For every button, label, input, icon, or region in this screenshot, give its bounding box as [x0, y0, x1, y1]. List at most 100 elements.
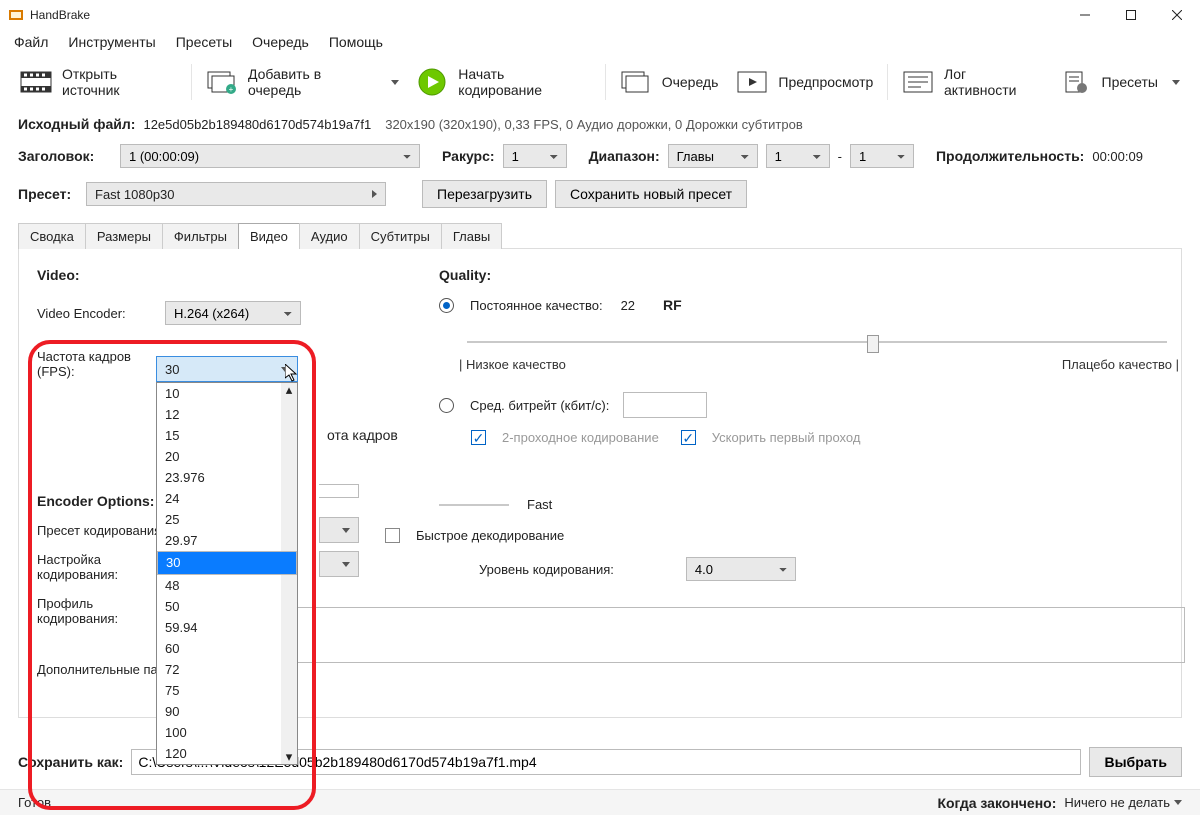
toolbar-preview[interactable]: Предпросмотр	[728, 64, 881, 100]
encoder-level-label: Уровень кодирования:	[479, 562, 614, 577]
scroll-up-icon[interactable]: ▴	[281, 383, 297, 397]
constant-quality-radio[interactable]	[439, 298, 454, 313]
reload-preset-button[interactable]: Перезагрузить	[422, 180, 547, 208]
status-ready: Готов	[18, 795, 51, 810]
menu-tools[interactable]: Инструменты	[60, 30, 163, 54]
fast-decode-checkbox[interactable]	[385, 528, 400, 543]
avg-bitrate-label: Сред. битрейт (кбит/с):	[470, 398, 609, 413]
save-new-preset-button[interactable]: Сохранить новый пресет	[555, 180, 747, 208]
encoder-preset-slider-right-edge	[319, 484, 359, 498]
title-select[interactable]: 1 (00:00:09)	[120, 144, 420, 168]
fps-option[interactable]: 23.976	[157, 467, 297, 488]
tab-filters[interactable]: Фильтры	[162, 223, 239, 249]
fps-suffix-text: ота кадров	[327, 427, 417, 443]
tab-audio[interactable]: Аудио	[299, 223, 360, 249]
fps-option[interactable]: 29.97	[157, 530, 297, 551]
quality-slider[interactable]	[467, 335, 1167, 349]
range-from-select[interactable]: 1	[766, 144, 830, 168]
fps-option[interactable]: 12	[157, 404, 297, 425]
maximize-button[interactable]	[1108, 0, 1154, 30]
tab-dimensions[interactable]: Размеры	[85, 223, 163, 249]
fps-option[interactable]: 75	[157, 680, 297, 701]
avg-bitrate-radio[interactable]	[439, 398, 454, 413]
fps-option[interactable]: 120	[157, 743, 297, 764]
duration-label: Продолжительность:	[936, 148, 1084, 164]
scroll-down-icon[interactable]: ▾	[281, 750, 297, 764]
fps-option[interactable]: 90	[157, 701, 297, 722]
extra-options-textarea[interactable]	[259, 607, 1185, 663]
range-to-select[interactable]: 1	[850, 144, 914, 168]
tabs: Сводка Размеры Фильтры Видео Аудио Субти…	[18, 222, 1182, 249]
fps-option[interactable]: 10	[157, 383, 297, 404]
preset-select[interactable]: Fast 1080p30	[86, 182, 386, 206]
two-pass-checkbox[interactable]	[471, 430, 486, 445]
fps-option[interactable]: 50	[157, 596, 297, 617]
toolbar-add-queue[interactable]: + Добавить в очередь	[198, 60, 407, 104]
title-label: Заголовок:	[18, 148, 112, 164]
toolbar-separator	[191, 64, 192, 100]
window-title: HandBrake	[30, 8, 90, 22]
chevron-down-icon	[391, 80, 399, 85]
toolbar-queue[interactable]: Очередь	[612, 64, 727, 100]
menu-file[interactable]: Файл	[6, 30, 56, 54]
tab-subtitles[interactable]: Субтитры	[359, 223, 442, 249]
fps-select[interactable]: 30	[156, 356, 298, 382]
constant-quality-label: Постоянное качество:	[470, 298, 603, 313]
encoder-profile-select[interactable]	[319, 551, 359, 577]
add-queue-icon: +	[206, 70, 238, 94]
turbo-first-pass-label: Ускорить первый проход	[712, 430, 861, 445]
quality-section-title: Quality:	[439, 267, 1163, 283]
fps-label: Частота кадров (FPS):	[37, 349, 157, 379]
fps-option[interactable]: 30	[157, 551, 297, 575]
fps-dropdown-menu[interactable]: ▴ ▾ 1012152023.976242529.9730485059.9460…	[156, 382, 298, 765]
save-as-label: Сохранить как:	[18, 754, 123, 770]
avg-bitrate-input[interactable]	[623, 392, 707, 418]
angle-select[interactable]: 1	[503, 144, 567, 168]
presets-icon	[1060, 70, 1092, 94]
mouse-cursor-icon	[285, 364, 299, 382]
source-file-info: 320x190 (320x190), 0,33 FPS, 0 Аудио дор…	[385, 117, 803, 132]
range-type-select[interactable]: Главы	[668, 144, 758, 168]
toolbar-start-encode[interactable]: Начать кодирование	[409, 60, 599, 104]
placebo-quality-label: Плацебо качество |	[1062, 357, 1179, 372]
when-done-value: Ничего не делать	[1064, 795, 1170, 810]
minimize-button[interactable]	[1062, 0, 1108, 30]
menu-queue[interactable]: Очередь	[244, 30, 317, 54]
browse-button[interactable]: Выбрать	[1089, 747, 1182, 777]
fps-option[interactable]: 59.94	[157, 617, 297, 638]
close-button[interactable]	[1154, 0, 1200, 30]
low-quality-label: | Низкое качество	[459, 357, 566, 372]
fps-option[interactable]: 60	[157, 638, 297, 659]
video-encoder-select[interactable]: H.264 (x264)	[165, 301, 301, 325]
fps-option[interactable]: 25	[157, 509, 297, 530]
toolbar-separator	[605, 64, 606, 100]
encoder-preset-slider-fragment[interactable]	[439, 498, 509, 512]
chevron-down-icon[interactable]	[1174, 800, 1182, 805]
range-label: Диапазон:	[589, 148, 660, 164]
constant-quality-value: 22	[621, 298, 635, 313]
toolbar-presets[interactable]: Пресеты	[1052, 64, 1188, 100]
fps-option[interactable]: 15	[157, 425, 297, 446]
fps-option[interactable]: 72	[157, 659, 297, 680]
fps-option[interactable]: 48	[157, 575, 297, 596]
fps-option[interactable]: 24	[157, 488, 297, 509]
tab-chapters[interactable]: Главы	[441, 223, 502, 249]
tab-video[interactable]: Видео	[238, 223, 300, 249]
fast-decode-label: Быстрое декодирование	[416, 528, 564, 543]
menu-help[interactable]: Помощь	[321, 30, 391, 54]
toolbar-activity-log[interactable]: Лог активности	[894, 60, 1049, 104]
fps-option[interactable]: 20	[157, 446, 297, 467]
encoder-level-select[interactable]: 4.0	[686, 557, 796, 581]
menu-presets[interactable]: Пресеты	[168, 30, 240, 54]
fps-option[interactable]: 100	[157, 722, 297, 743]
turbo-first-pass-checkbox[interactable]	[681, 430, 696, 445]
queue-icon	[620, 70, 652, 94]
encoder-tune-select[interactable]	[319, 517, 359, 543]
video-section-title: Video:	[37, 267, 417, 283]
source-file-name: 12e5d05b2b189480d6170d574b19a7f1	[143, 117, 371, 132]
tab-summary[interactable]: Сводка	[18, 223, 86, 249]
log-icon	[902, 70, 934, 94]
source-file-label: Исходный файл:	[18, 116, 135, 132]
preset-label: Пресет:	[18, 186, 78, 202]
toolbar-open-source[interactable]: Открыть источник	[12, 60, 185, 104]
